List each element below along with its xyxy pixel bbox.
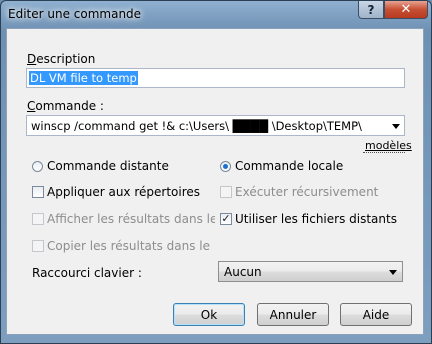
ok-label: Ok xyxy=(200,307,218,322)
command-value: winscp /command get !& c:\Users\ ████ \D… xyxy=(31,119,362,133)
description-value: DL VM file to temp xyxy=(29,71,138,85)
description-field[interactable]: DL VM file to temp xyxy=(26,68,405,88)
chevron-down-icon[interactable] xyxy=(392,124,400,129)
help-button[interactable]: Aide xyxy=(340,303,412,326)
show-results-label: Afficher les résultats dans le termir xyxy=(47,212,215,226)
command-label: Commande : xyxy=(27,99,104,113)
checkbox-show-results xyxy=(32,213,44,225)
radio-remote-label[interactable]: Commande distante xyxy=(47,159,169,173)
close-icon: ✕ xyxy=(400,2,412,17)
patterns-link[interactable]: modèles xyxy=(365,139,412,152)
command-combobox[interactable]: winscp /command get !& c:\Users\ ████ \D… xyxy=(26,115,405,136)
radio-local-label[interactable]: Commande locale xyxy=(235,159,343,173)
recursive-label: Exécuter récursivement xyxy=(235,185,379,199)
question-icon: ? xyxy=(367,2,375,17)
shortcut-label: Raccourci clavier : xyxy=(32,266,142,280)
shortcut-dropdown[interactable]: Aucun xyxy=(218,261,403,282)
help-title-button[interactable]: ? xyxy=(358,1,384,19)
checkbox-apply-directories[interactable] xyxy=(32,186,44,198)
checkbox-recursive xyxy=(220,186,232,198)
description-label: Description xyxy=(27,52,96,66)
title-bar[interactable]: Editer une commande ? ✕ xyxy=(0,0,432,26)
help-label: Aide xyxy=(362,307,390,322)
checkbox-use-remote-files[interactable]: ✓ xyxy=(220,213,232,225)
checkbox-copy-results xyxy=(32,240,44,252)
radio-local-command[interactable] xyxy=(220,161,231,172)
close-button[interactable]: ✕ xyxy=(384,1,428,19)
cancel-button[interactable]: Annuler xyxy=(257,303,329,326)
shortcut-value: Aucun xyxy=(224,265,262,279)
copy-results-label: Copier les résultats dans le Presse xyxy=(47,239,215,253)
window-title: Editer une commande xyxy=(8,7,142,21)
use-remote-files-label[interactable]: Utiliser les fichiers distants xyxy=(235,212,397,226)
ok-button[interactable]: Ok xyxy=(173,303,245,326)
cancel-label: Annuler xyxy=(269,307,317,322)
patterns-link-underline xyxy=(363,152,405,153)
radio-remote-command[interactable] xyxy=(32,161,43,172)
chevron-down-icon[interactable] xyxy=(389,270,397,275)
apply-directories-label[interactable]: Appliquer aux répertoires xyxy=(47,185,200,199)
